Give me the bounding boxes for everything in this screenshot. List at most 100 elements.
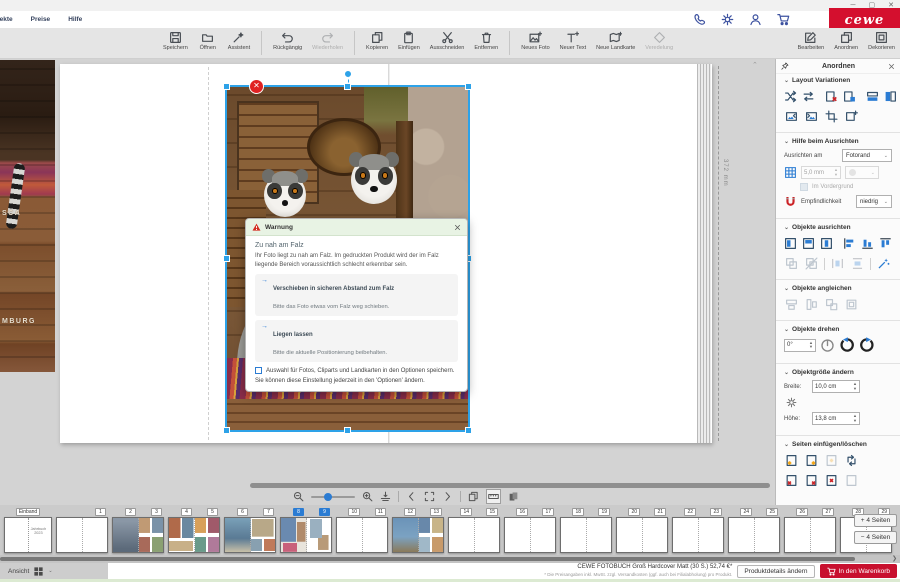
- page-tab[interactable]: 23: [710, 508, 722, 516]
- page-align-top-icon[interactable]: [802, 236, 815, 251]
- pin-icon[interactable]: [781, 62, 789, 70]
- add-to-cart-button[interactable]: In den Warenkorb: [820, 564, 897, 578]
- option-move-away-from-fold[interactable]: → Verschieben in sicheren Abstand zum Fa…: [255, 274, 458, 316]
- add-pages-button[interactable]: + 4 Seiten: [854, 514, 897, 527]
- collapse-chevron-icon[interactable]: ⌃: [752, 61, 758, 69]
- phone-icon[interactable]: [693, 13, 706, 26]
- toolbar-button-map-add[interactable]: Neue Landkarte: [593, 29, 638, 53]
- filmstrip-spread-18[interactable]: 1819: [560, 508, 612, 553]
- swap-icon[interactable]: [802, 89, 815, 104]
- filmstrip-cover[interactable]: EinbandJahrbuch 2023: [4, 508, 52, 553]
- img-left-icon[interactable]: [784, 109, 799, 124]
- align-bottom-icon[interactable]: [861, 236, 874, 251]
- align-top-icon[interactable]: [879, 236, 892, 251]
- page-tab[interactable]: 7: [263, 508, 274, 516]
- resize-handle-ne[interactable]: [465, 83, 472, 90]
- chevron-right-button[interactable]: [442, 491, 453, 502]
- page-tab[interactable]: 26: [796, 508, 808, 516]
- toolbar-button-edit[interactable]: Bearbeiten: [795, 29, 828, 53]
- toolbar-button-folder[interactable]: Öffnen: [195, 29, 221, 53]
- previous-page-photo[interactable]: SCA MBURG: [0, 60, 55, 372]
- filmstrip-spread-10[interactable]: 1011: [336, 508, 388, 553]
- duplicate-button[interactable]: [468, 491, 479, 502]
- ruler-button[interactable]: [486, 489, 501, 504]
- save-choice-checkbox[interactable]: [255, 367, 262, 374]
- resize-handle-n[interactable]: [344, 83, 351, 90]
- page-tab[interactable]: 3: [151, 508, 162, 516]
- page-align-left-icon[interactable]: [784, 236, 797, 251]
- rotate-ccw-icon[interactable]: [839, 337, 855, 353]
- filmstrip-spread-4[interactable]: 45: [168, 508, 220, 553]
- page-tab[interactable]: 10: [348, 508, 360, 516]
- zoom-out-button[interactable]: [293, 491, 304, 502]
- zoom-in-button[interactable]: [362, 491, 373, 502]
- page-tab[interactable]: 22: [684, 508, 696, 516]
- page-tab[interactable]: 9: [319, 508, 330, 516]
- page-tab[interactable]: 15: [486, 508, 498, 516]
- filmstrip-spread-12[interactable]: 1213: [392, 508, 444, 553]
- page-tab[interactable]: 1: [95, 508, 106, 516]
- filmstrip-spread-26[interactable]: 26 27: [784, 508, 836, 553]
- page-del-both-icon[interactable]: [824, 473, 839, 488]
- view-mode-control[interactable]: Ansicht ⌄: [0, 563, 108, 579]
- page-tab[interactable]: 2: [125, 508, 136, 516]
- account-icon[interactable]: [749, 13, 762, 26]
- page-add-right-icon[interactable]: [804, 453, 819, 468]
- page-tab[interactable]: 5: [207, 508, 218, 516]
- page-align-center-icon[interactable]: [820, 236, 833, 251]
- page-add-left-icon[interactable]: [784, 453, 799, 468]
- page-tab[interactable]: 17: [542, 508, 554, 516]
- pages-button[interactable]: [508, 491, 519, 502]
- page-tab[interactable]: 14: [460, 508, 472, 516]
- remove-pages-button[interactable]: − 4 Seiten: [854, 531, 897, 544]
- menu-item-hilfe[interactable]: Hilfe: [68, 16, 82, 23]
- page-del-right-icon[interactable]: [804, 473, 819, 488]
- page-tab[interactable]: 20: [628, 508, 640, 516]
- resize-handle-se[interactable]: [465, 427, 472, 434]
- img-right-icon[interactable]: [804, 109, 819, 124]
- page-tab[interactable]: 24: [740, 508, 752, 516]
- chevron-left-button[interactable]: [406, 491, 417, 502]
- layout-book-icon[interactable]: [884, 89, 897, 104]
- layout-rows-icon[interactable]: [866, 89, 879, 104]
- toolbar-button-decorate[interactable]: Dekorieren: [865, 29, 898, 53]
- toolbar-button-trash[interactable]: Entfernen: [471, 29, 501, 53]
- rotate-handle[interactable]: [344, 70, 352, 78]
- toolbar-button-wand[interactable]: Assistent: [225, 29, 253, 53]
- page-tab[interactable]: 25: [766, 508, 778, 516]
- toolbar-button-copy[interactable]: Kopieren: [363, 29, 391, 53]
- close-icon[interactable]: [454, 224, 461, 231]
- zoom-slider[interactable]: [311, 496, 355, 498]
- frame-add-icon[interactable]: [844, 109, 859, 124]
- cart-icon[interactable]: [777, 13, 790, 26]
- frame-crop-icon[interactable]: [824, 109, 839, 124]
- rotation-dial-icon[interactable]: [820, 338, 835, 353]
- page-tab[interactable]: 16: [516, 508, 528, 516]
- page-tab[interactable]: 6: [237, 508, 248, 516]
- magnet-icon[interactable]: [784, 195, 797, 208]
- page-tab[interactable]: 19: [598, 508, 610, 516]
- page-tab[interactable]: 13: [430, 508, 442, 516]
- filmstrip-spread-24[interactable]: 24 25: [728, 508, 780, 553]
- page-tab[interactable]: 4: [181, 508, 192, 516]
- page-tab[interactable]: 18: [572, 508, 584, 516]
- page-tab[interactable]: 8: [293, 508, 304, 516]
- toolbar-button-paste[interactable]: Einfügen: [395, 29, 423, 53]
- page-tab[interactable]: 27: [822, 508, 834, 516]
- rotate-cw-icon[interactable]: [859, 337, 875, 353]
- height-stepper[interactable]: 13,8 cm▲▼: [812, 412, 860, 425]
- toolbar-button-photo-add[interactable]: Neues Foto: [518, 29, 552, 53]
- filmstrip-spread-14[interactable]: 14 15: [448, 508, 500, 553]
- horizontal-scrollbar[interactable]: [250, 483, 770, 488]
- menu-item-projekte[interactable]: Projekte: [0, 16, 13, 23]
- toolbar-button-save[interactable]: Speichern: [160, 29, 191, 53]
- option-keep-position[interactable]: → Liegen lassen Bitte die aktuelle Posit…: [255, 320, 458, 362]
- gear-icon[interactable]: [721, 13, 734, 26]
- page-swap-icon[interactable]: [844, 453, 859, 468]
- filmstrip-spread-22[interactable]: 22 23: [672, 508, 724, 553]
- aspect-link-icon[interactable]: [786, 397, 797, 408]
- close-icon[interactable]: [888, 63, 895, 70]
- shuffle-icon[interactable]: [784, 89, 797, 104]
- page-tab[interactable]: 21: [654, 508, 666, 516]
- filmstrip-spread-8[interactable]: 89: [280, 508, 332, 553]
